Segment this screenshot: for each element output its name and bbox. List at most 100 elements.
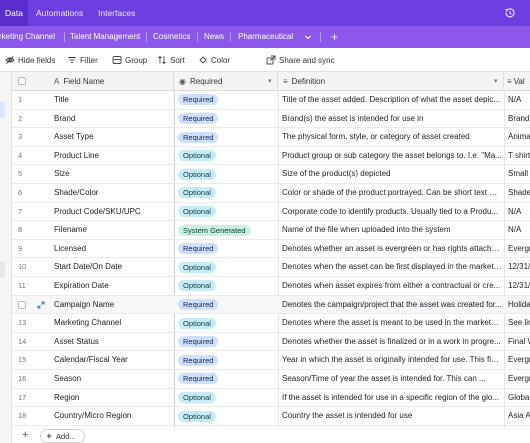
column-header-definition[interactable]: ≡ Definition ▾ — [278, 72, 504, 91]
valid-values-cell[interactable]: N/A — [506, 221, 530, 240]
definition-cell[interactable]: Season/Time of year the asset is intende… — [280, 370, 502, 389]
color-button[interactable]: Color — [198, 54, 230, 66]
add-button[interactable]: Add... — [40, 429, 85, 443]
required-cell[interactable]: Optional — [174, 314, 278, 333]
add-record-icon[interactable]: + — [22, 430, 28, 441]
sort-button[interactable]: Sort — [157, 54, 185, 66]
valid-values-cell[interactable]: N/A — [506, 203, 530, 222]
valid-values-cell[interactable]: Brand — [506, 110, 530, 129]
required-cell[interactable]: System Generated — [174, 221, 278, 240]
nav-tab-data[interactable]: Data — [0, 0, 28, 26]
required-cell[interactable]: Required — [174, 370, 278, 389]
column-header-field-name[interactable]: A Field Name — [52, 72, 174, 91]
table-row[interactable]: 11 Expiration Date Optional Denotes when as… — [12, 277, 530, 296]
definition-cell[interactable]: Brand(s) the asset is intended for use i… — [280, 110, 502, 129]
chevron-down-icon[interactable]: ▾ — [268, 72, 272, 91]
nav-tab-automations[interactable]: Automations — [36, 0, 83, 26]
definition-cell[interactable]: Product group or sub category the asset … — [280, 147, 502, 166]
table-tab-pharmaceutical[interactable]: Pharmaceutical — [238, 26, 293, 48]
column-header-valid[interactable]: ≡ Val — [504, 72, 530, 91]
table-row[interactable]: 18 Country/Micro Region Optional Country th… — [12, 407, 530, 426]
definition-cell[interactable]: Country the asset is intended for use — [280, 407, 502, 426]
field-name-cell[interactable]: Campaign Name — [52, 296, 172, 315]
field-name-cell[interactable]: Size — [52, 165, 172, 184]
required-cell[interactable]: Optional — [174, 165, 278, 184]
table-row[interactable]: 10 Start Date/On Date Optional Denotes when… — [12, 258, 530, 277]
hide-fields-button[interactable]: Hide fields — [5, 54, 55, 66]
required-cell[interactable]: Optional — [174, 277, 278, 296]
required-cell[interactable]: Required — [174, 110, 278, 129]
valid-values-cell[interactable]: N/A — [506, 91, 530, 110]
table-row[interactable]: 6 Shade/Color Optional Color or shade of th… — [12, 184, 530, 203]
field-name-cell[interactable]: Title — [52, 91, 172, 110]
required-cell[interactable]: Optional — [174, 407, 278, 426]
field-name-cell[interactable]: Expiration Date — [52, 277, 172, 296]
field-name-cell[interactable]: Licensed — [52, 240, 172, 259]
field-name-cell[interactable]: Product Line — [52, 147, 172, 166]
required-cell[interactable]: Required — [174, 91, 278, 110]
table-tab-talent-management[interactable]: Talent Management — [70, 26, 140, 48]
table-row[interactable]: 14 Asset Status Required Denotes whether th… — [12, 333, 530, 352]
table-row[interactable]: 3 Asset Type Required The physical form, st… — [12, 128, 530, 147]
required-cell[interactable]: Optional — [174, 147, 278, 166]
valid-values-cell[interactable]: Evergr — [506, 370, 530, 389]
group-button[interactable]: Group — [112, 54, 147, 66]
definition-cell[interactable]: Corporate code to identify products. Usu… — [280, 203, 502, 222]
field-name-cell[interactable]: Brand — [52, 110, 172, 129]
table-row[interactable]: 8 Filename System Generated Name of the fil… — [12, 221, 530, 240]
definition-cell[interactable]: Denotes where the asset is meant to be u… — [280, 314, 502, 333]
table-row[interactable]: 9 Licensed Required Denotes whether an asse… — [12, 240, 530, 259]
valid-values-cell[interactable]: Evergr — [506, 240, 530, 259]
valid-values-cell[interactable]: Anima — [506, 128, 530, 147]
required-cell[interactable]: Required — [174, 333, 278, 352]
required-cell[interactable]: Required — [174, 351, 278, 370]
table-row[interactable]: 13 Marketing Channel Optional Denotes where… — [12, 314, 530, 333]
valid-values-cell[interactable]: Evergr — [506, 351, 530, 370]
valid-values-cell[interactable]: Holida — [506, 296, 530, 315]
table-row[interactable]: 1 Title Required Title of the asset added. … — [12, 91, 530, 110]
valid-values-cell[interactable]: 12/31/ — [506, 277, 530, 296]
field-name-cell[interactable]: Country/Micro Region — [52, 407, 172, 426]
field-name-cell[interactable]: Product Code/SKU/UPC — [52, 203, 172, 222]
required-cell[interactable]: Optional — [174, 203, 278, 222]
field-name-cell[interactable]: Asset Status — [52, 333, 172, 352]
select-all-checkbox[interactable] — [18, 77, 26, 85]
definition-cell[interactable]: Denotes whether the asset is finalized o… — [280, 333, 502, 352]
expand-record-icon[interactable] — [37, 301, 45, 309]
table-row[interactable]: 7 Product Code/SKU/UPC Optional Corporate c… — [12, 203, 530, 222]
definition-cell[interactable]: Denotes the campaign/project that the as… — [280, 296, 502, 315]
field-name-cell[interactable]: Season — [52, 370, 172, 389]
table-row[interactable]: 2 Brand Required Brand(s) the asset is inte… — [12, 110, 530, 129]
valid-values-cell[interactable]: 12/31/ — [506, 258, 530, 277]
column-header-required[interactable]: ◉ Required ▾ — [174, 72, 278, 91]
row-checkbox[interactable] — [18, 300, 26, 309]
filter-button[interactable]: Filter — [67, 54, 98, 66]
required-cell[interactable]: Optional — [174, 389, 278, 408]
chevron-down-icon[interactable] — [304, 33, 312, 41]
valid-values-cell[interactable]: T shirt — [506, 147, 530, 166]
table-tab-news[interactable]: News — [204, 26, 224, 48]
field-name-cell[interactable]: Region — [52, 389, 172, 408]
field-name-cell[interactable]: Start Date/On Date — [52, 258, 172, 277]
required-cell[interactable]: Required — [174, 128, 278, 147]
table-row[interactable]: 17 Region Optional If the asset is intended… — [12, 389, 530, 408]
required-cell[interactable]: Optional — [174, 258, 278, 277]
field-name-cell[interactable]: Asset Type — [52, 128, 172, 147]
required-cell[interactable]: Required — [174, 240, 278, 259]
table-row[interactable]: 15 Calendar/Fiscal Year Required Year in wh… — [12, 351, 530, 370]
definition-cell[interactable]: The physical form, style, or category of… — [280, 128, 502, 147]
definition-cell[interactable]: Name of the file when uploaded into the … — [280, 221, 502, 240]
required-cell[interactable]: Required — [174, 296, 278, 315]
add-table-icon[interactable]: + — [331, 29, 338, 45]
valid-values-cell[interactable]: Small — [506, 165, 530, 184]
definition-cell[interactable]: If the asset is intended for use in a sp… — [280, 389, 502, 408]
valid-values-cell[interactable]: Final W — [506, 333, 530, 352]
valid-values-cell[interactable]: See lin — [506, 314, 530, 333]
definition-cell[interactable]: Year in which the asset is originally in… — [280, 351, 502, 370]
definition-cell[interactable]: Size of the product(s) depicted — [280, 165, 502, 184]
nav-tab-interfaces[interactable]: Interfaces — [98, 0, 135, 26]
definition-cell[interactable]: Denotes when the asset can be first disp… — [280, 258, 502, 277]
definition-cell[interactable]: Color or shade of the product portrayed.… — [280, 184, 502, 203]
table-row[interactable]: Campaign Name Required Denotes the campaig… — [12, 295, 530, 315]
field-name-cell[interactable]: Shade/Color — [52, 184, 172, 203]
